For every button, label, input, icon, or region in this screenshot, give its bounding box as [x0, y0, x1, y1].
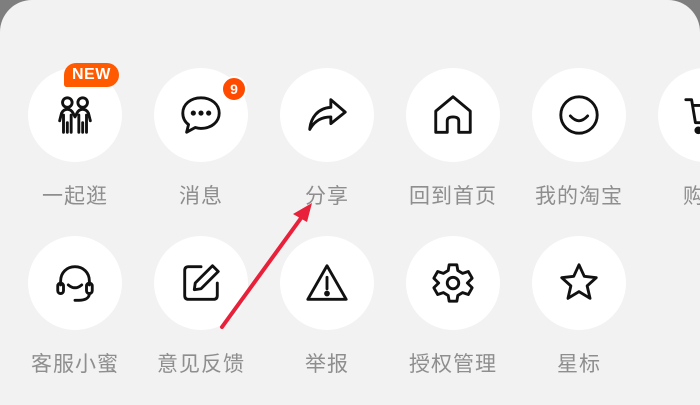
action-circle[interactable]	[28, 236, 122, 330]
action-star[interactable]: 星标	[522, 236, 632, 376]
gear-icon	[432, 263, 474, 303]
action-label: 意见反馈	[157, 352, 245, 376]
cart-icon	[684, 98, 700, 135]
action-circle[interactable]	[280, 236, 374, 330]
action-messages[interactable]: 9 消息	[144, 68, 254, 208]
action-circle[interactable]	[532, 236, 626, 330]
warning-icon	[306, 264, 348, 301]
action-circle[interactable]	[658, 68, 700, 162]
action-label: 回到首页	[409, 184, 497, 208]
action-circle[interactable]	[154, 236, 248, 330]
star-icon	[560, 263, 598, 300]
action-label: 举报	[305, 352, 349, 376]
smiley-icon	[559, 95, 599, 135]
share-sheet: NEW 一起逛 9 消息 分享 回到首页 我的淘宝 购 客服小蜜 意见反馈 举报…	[0, 0, 700, 405]
action-label: 客服小蜜	[31, 352, 119, 376]
action-label: 消息	[179, 184, 223, 208]
action-label: 授权管理	[409, 352, 497, 376]
action-circle[interactable]	[532, 68, 626, 162]
home-icon	[434, 95, 472, 134]
edit-icon	[183, 264, 220, 301]
action-circle[interactable]	[280, 68, 374, 162]
action-label: 我的淘宝	[535, 184, 623, 208]
action-share[interactable]: 分享	[270, 68, 380, 208]
action-my-taobao[interactable]: 我的淘宝	[522, 68, 632, 208]
action-feedback[interactable]: 意见反馈	[144, 236, 254, 376]
share-arrow-icon	[308, 98, 347, 131]
action-circle[interactable]	[406, 236, 500, 330]
unread-count-badge: 9	[221, 76, 247, 102]
action-home[interactable]: 回到首页	[396, 68, 506, 208]
action-label: 分享	[305, 184, 349, 208]
action-customer-service[interactable]: 客服小蜜	[18, 236, 128, 376]
action-label: 一起逛	[42, 184, 108, 208]
people-icon	[58, 96, 92, 134]
action-authorization[interactable]: 授权管理	[396, 236, 506, 376]
action-circle[interactable]	[406, 68, 500, 162]
action-report[interactable]: 举报	[270, 236, 380, 376]
action-browse-together[interactable]: NEW 一起逛	[18, 63, 128, 208]
action-label: 购物	[683, 184, 700, 208]
headset-icon	[56, 265, 94, 302]
action-label: 星标	[557, 352, 601, 376]
action-cart[interactable]: 购物	[648, 68, 700, 208]
chat-bubble-icon	[181, 96, 221, 134]
new-badge: NEW	[64, 63, 119, 87]
